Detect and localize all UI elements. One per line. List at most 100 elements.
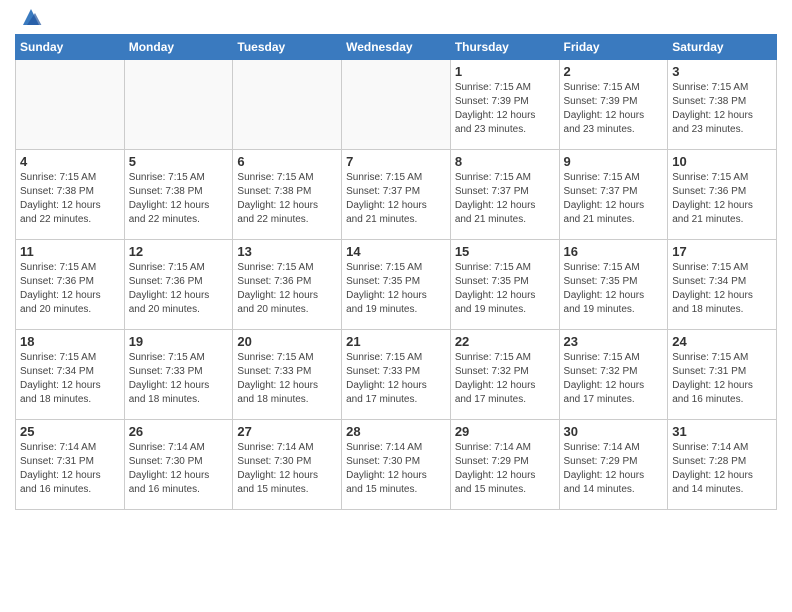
day-number: 21 — [346, 334, 446, 349]
day-number: 14 — [346, 244, 446, 259]
header — [15, 10, 777, 29]
calendar-week-2: 11Sunrise: 7:15 AM Sunset: 7:36 PM Dayli… — [16, 240, 777, 330]
cell-info: Sunrise: 7:14 AM Sunset: 7:30 PM Dayligh… — [237, 441, 337, 497]
cell-info: Sunrise: 7:15 AM Sunset: 7:33 PM Dayligh… — [129, 351, 229, 407]
day-number: 24 — [672, 334, 772, 349]
header-tuesday: Tuesday — [233, 35, 342, 60]
day-number: 10 — [672, 154, 772, 169]
calendar-cell: 31 Sunrise: 7:14 AM Sunset: 7:28 PM Dayli… — [668, 420, 777, 510]
calendar-cell: 6 Sunrise: 7:15 AM Sunset: 7:38 PM Daylig… — [233, 150, 342, 240]
cell-info: Sunrise: 7:15 AM Sunset: 7:37 PM Dayligh… — [455, 171, 555, 227]
day-number: 12 — [129, 244, 229, 259]
header-sunday: Sunday — [16, 35, 125, 60]
cell-info: Sunrise: 7:14 AM Sunset: 7:28 PM Dayligh… — [672, 441, 772, 497]
day-number: 6 — [237, 154, 337, 169]
calendar-week-4: 25 Sunrise: 7:14 AM Sunset: 7:31 PM Dayli… — [16, 420, 777, 510]
day-number: 28 — [346, 424, 446, 439]
cell-info: Sunrise: 7:15 AM Sunset: 7:39 PM Dayligh… — [564, 81, 664, 137]
day-number: 4 — [20, 154, 120, 169]
day-number: 9 — [564, 154, 664, 169]
header-saturday: Saturday — [668, 35, 777, 60]
day-number: 18 — [20, 334, 120, 349]
day-number: 27 — [237, 424, 337, 439]
cell-info: Sunrise: 7:15 AM Sunset: 7:32 PM Dayligh… — [564, 351, 664, 407]
calendar-cell: 4 Sunrise: 7:15 AM Sunset: 7:38 PM Daylig… — [16, 150, 125, 240]
cell-info: Sunrise: 7:15 AM Sunset: 7:31 PM Dayligh… — [672, 351, 772, 407]
day-number: 15 — [455, 244, 555, 259]
cell-info: Sunrise: 7:15 AM Sunset: 7:38 PM Dayligh… — [672, 81, 772, 137]
day-number: 5 — [129, 154, 229, 169]
day-number: 17 — [672, 244, 772, 259]
day-number: 1 — [455, 64, 555, 79]
calendar-cell: 29Sunrise: 7:14 AM Sunset: 7:29 PM Dayli… — [450, 420, 559, 510]
calendar: SundayMondayTuesdayWednesdayThursdayFrid… — [15, 34, 777, 510]
calendar-cell: 22Sunrise: 7:15 AM Sunset: 7:32 PM Dayli… — [450, 330, 559, 420]
cell-info: Sunrise: 7:15 AM Sunset: 7:36 PM Dayligh… — [672, 171, 772, 227]
calendar-cell: 8 Sunrise: 7:15 AM Sunset: 7:37 PM Daylig… — [450, 150, 559, 240]
calendar-cell: 3 Sunrise: 7:15 AM Sunset: 7:38 PM Daylig… — [668, 60, 777, 150]
cell-info: Sunrise: 7:14 AM Sunset: 7:29 PM Dayligh… — [564, 441, 664, 497]
day-number: 3 — [672, 64, 772, 79]
cell-info: Sunrise: 7:15 AM Sunset: 7:38 PM Dayligh… — [129, 171, 229, 227]
cell-info: Sunrise: 7:15 AM Sunset: 7:32 PM Dayligh… — [455, 351, 555, 407]
calendar-cell: 1 Sunrise: 7:15 AM Sunset: 7:39 PM Daylig… — [450, 60, 559, 150]
calendar-cell: 21 Sunrise: 7:15 AM Sunset: 7:33 PM Dayli… — [342, 330, 451, 420]
calendar-cell: 13 Sunrise: 7:15 AM Sunset: 7:36 PM Dayli… — [233, 240, 342, 330]
day-number: 8 — [455, 154, 555, 169]
calendar-cell: 24 Sunrise: 7:15 AM Sunset: 7:31 PM Dayli… — [668, 330, 777, 420]
cell-info: Sunrise: 7:14 AM Sunset: 7:31 PM Dayligh… — [20, 441, 120, 497]
cell-info: Sunrise: 7:15 AM Sunset: 7:36 PM Dayligh… — [129, 261, 229, 317]
calendar-cell — [124, 60, 233, 150]
day-number: 30 — [564, 424, 664, 439]
calendar-cell: 14Sunrise: 7:15 AM Sunset: 7:35 PM Dayli… — [342, 240, 451, 330]
day-number: 23 — [564, 334, 664, 349]
cell-info: Sunrise: 7:14 AM Sunset: 7:30 PM Dayligh… — [346, 441, 446, 497]
header-thursday: Thursday — [450, 35, 559, 60]
logo — [15, 15, 43, 29]
cell-info: Sunrise: 7:15 AM Sunset: 7:34 PM Dayligh… — [20, 351, 120, 407]
cell-info: Sunrise: 7:15 AM Sunset: 7:38 PM Dayligh… — [237, 171, 337, 227]
calendar-cell: 18 Sunrise: 7:15 AM Sunset: 7:34 PM Dayli… — [16, 330, 125, 420]
calendar-week-0: 1 Sunrise: 7:15 AM Sunset: 7:39 PM Daylig… — [16, 60, 777, 150]
cell-info: Sunrise: 7:15 AM Sunset: 7:36 PM Dayligh… — [237, 261, 337, 317]
cell-info: Sunrise: 7:14 AM Sunset: 7:30 PM Dayligh… — [129, 441, 229, 497]
day-number: 13 — [237, 244, 337, 259]
calendar-cell: 26 Sunrise: 7:14 AM Sunset: 7:30 PM Dayli… — [124, 420, 233, 510]
header-friday: Friday — [559, 35, 668, 60]
calendar-cell: 5 Sunrise: 7:15 AM Sunset: 7:38 PM Daylig… — [124, 150, 233, 240]
cell-info: Sunrise: 7:14 AM Sunset: 7:29 PM Dayligh… — [455, 441, 555, 497]
calendar-cell: 11Sunrise: 7:15 AM Sunset: 7:36 PM Dayli… — [16, 240, 125, 330]
day-number: 19 — [129, 334, 229, 349]
calendar-cell — [342, 60, 451, 150]
cell-info: Sunrise: 7:15 AM Sunset: 7:35 PM Dayligh… — [455, 261, 555, 317]
cell-info: Sunrise: 7:15 AM Sunset: 7:33 PM Dayligh… — [346, 351, 446, 407]
calendar-cell: 9 Sunrise: 7:15 AM Sunset: 7:37 PM Daylig… — [559, 150, 668, 240]
calendar-cell: 15 Sunrise: 7:15 AM Sunset: 7:35 PM Dayli… — [450, 240, 559, 330]
calendar-cell: 17 Sunrise: 7:15 AM Sunset: 7:34 PM Dayli… — [668, 240, 777, 330]
calendar-cell — [16, 60, 125, 150]
calendar-cell: 27 Sunrise: 7:14 AM Sunset: 7:30 PM Dayli… — [233, 420, 342, 510]
cell-info: Sunrise: 7:15 AM Sunset: 7:38 PM Dayligh… — [20, 171, 120, 227]
calendar-cell: 2 Sunrise: 7:15 AM Sunset: 7:39 PM Daylig… — [559, 60, 668, 150]
header-wednesday: Wednesday — [342, 35, 451, 60]
calendar-cell — [233, 60, 342, 150]
calendar-cell: 20 Sunrise: 7:15 AM Sunset: 7:33 PM Dayli… — [233, 330, 342, 420]
calendar-cell: 28 Sunrise: 7:14 AM Sunset: 7:30 PM Dayli… — [342, 420, 451, 510]
day-number: 16 — [564, 244, 664, 259]
day-number: 31 — [672, 424, 772, 439]
cell-info: Sunrise: 7:15 AM Sunset: 7:33 PM Dayligh… — [237, 351, 337, 407]
day-number: 2 — [564, 64, 664, 79]
day-number: 26 — [129, 424, 229, 439]
calendar-cell: 12 Sunrise: 7:15 AM Sunset: 7:36 PM Dayli… — [124, 240, 233, 330]
calendar-cell: 10 Sunrise: 7:15 AM Sunset: 7:36 PM Dayli… — [668, 150, 777, 240]
cell-info: Sunrise: 7:15 AM Sunset: 7:37 PM Dayligh… — [564, 171, 664, 227]
cell-info: Sunrise: 7:15 AM Sunset: 7:34 PM Dayligh… — [672, 261, 772, 317]
calendar-cell: 19 Sunrise: 7:15 AM Sunset: 7:33 PM Dayli… — [124, 330, 233, 420]
cell-info: Sunrise: 7:15 AM Sunset: 7:39 PM Dayligh… — [455, 81, 555, 137]
cell-info: Sunrise: 7:15 AM Sunset: 7:36 PM Dayligh… — [20, 261, 120, 317]
day-number: 7 — [346, 154, 446, 169]
day-number: 20 — [237, 334, 337, 349]
cell-info: Sunrise: 7:15 AM Sunset: 7:35 PM Dayligh… — [564, 261, 664, 317]
day-number: 25 — [20, 424, 120, 439]
calendar-cell: 7Sunrise: 7:15 AM Sunset: 7:37 PM Daylig… — [342, 150, 451, 240]
